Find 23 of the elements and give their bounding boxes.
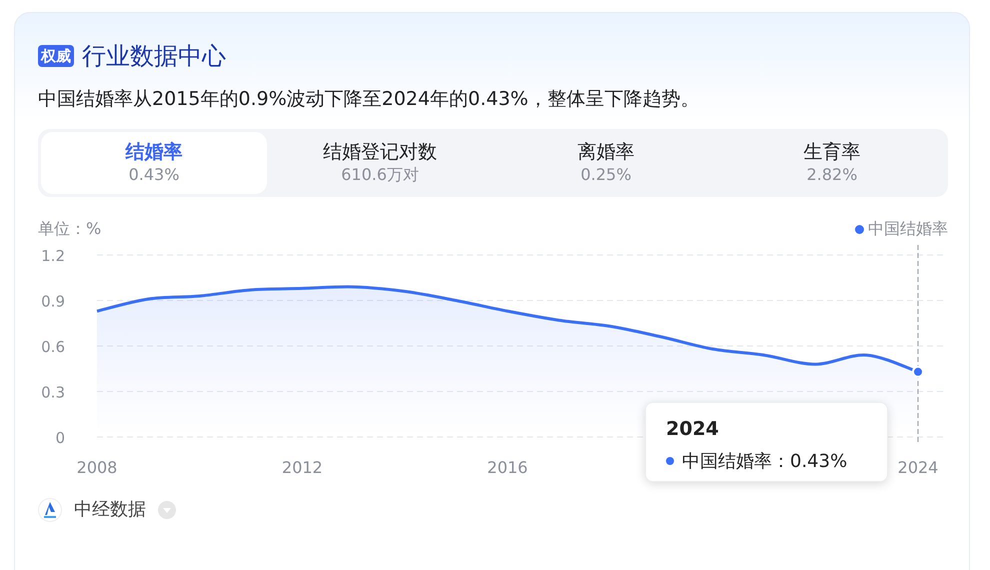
tab[interactable]: 结婚率 0.43% bbox=[41, 132, 267, 194]
data-point[interactable] bbox=[912, 366, 924, 378]
tab[interactable]: 结婚登记对数 610.6万对 bbox=[267, 132, 493, 194]
y-axis-label: 0.9 bbox=[41, 292, 65, 310]
logo-icon bbox=[38, 498, 62, 522]
tab[interactable]: 离婚率 0.25% bbox=[493, 132, 719, 194]
page-title: 行业数据中心 bbox=[82, 41, 226, 71]
tab[interactable]: 生育率 2.82% bbox=[719, 132, 945, 194]
x-axis-label: 2012 bbox=[282, 458, 323, 477]
source-name: 中经数据 bbox=[74, 498, 146, 522]
y-axis-label: 0 bbox=[55, 429, 65, 447]
legend-label: 中国结婚率 bbox=[868, 218, 948, 240]
x-axis-label: 2016 bbox=[487, 458, 528, 477]
x-axis-label: 2024 bbox=[898, 458, 938, 477]
summary-text: 中国结婚率从2015年的0.9%波动下降至2024年的0.43%，整体呈下降趋势。 bbox=[38, 87, 700, 112]
badge: 权威 bbox=[38, 45, 74, 67]
tooltip-value: 中国结婚率：0.43% bbox=[682, 450, 848, 474]
unit-label: 单位：% bbox=[38, 218, 102, 240]
y-axis-label: 0.3 bbox=[41, 384, 65, 402]
y-axis-label: 0.6 bbox=[41, 338, 65, 356]
tooltip-title: 2024 bbox=[666, 417, 720, 442]
x-axis-label: 2008 bbox=[76, 458, 118, 477]
y-axis-label: 1.2 bbox=[41, 247, 65, 265]
